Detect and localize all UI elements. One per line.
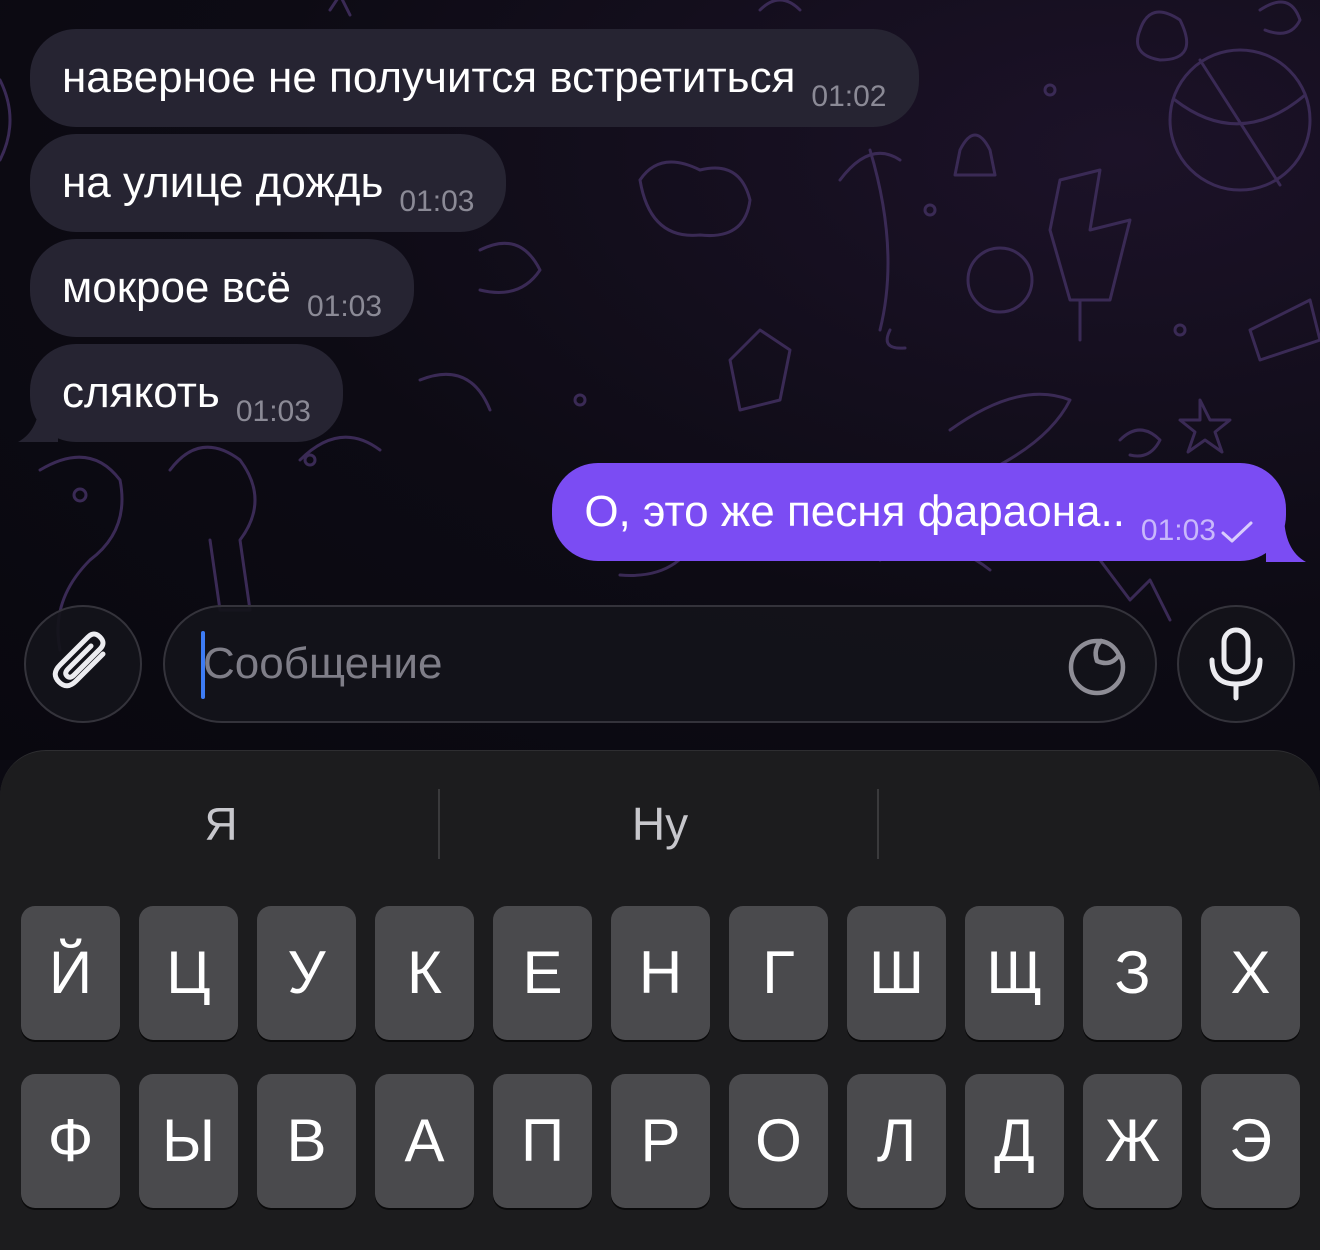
key[interactable]: К [375,906,474,1040]
key[interactable]: Щ [965,906,1064,1040]
suggestion-1[interactable]: Я [2,789,440,859]
message-time: 01:03 [399,185,475,218]
paperclip-icon [52,631,106,689]
microphone-icon [1209,627,1263,701]
key[interactable]: Ц [139,906,238,1040]
message-incoming[interactable]: слякоть 01:03 [30,344,343,442]
message-time: 01:02 [811,80,887,113]
key[interactable]: Э [1201,1074,1300,1208]
message-text: на улице дождь [62,158,384,207]
key[interactable]: З [1083,906,1182,1040]
suggestion-divider [877,789,879,859]
key[interactable]: Ы [139,1074,238,1208]
microphone-button[interactable] [1177,605,1295,723]
message-input-placeholder: Сообщение [203,639,443,688]
key[interactable]: Г [729,906,828,1040]
checkmark-icon [1221,521,1253,543]
key[interactable]: Ж [1083,1074,1182,1208]
sticker-icon[interactable] [1067,637,1127,697]
suggestion-divider [438,789,440,859]
key[interactable]: У [257,906,356,1040]
chat-background: наверное не получится встретиться 01:02 … [0,0,1320,760]
message-text: наверное не получится встретиться [62,53,796,102]
suggestion-3[interactable] [880,789,1318,859]
message-incoming[interactable]: наверное не получится встретиться 01:02 [30,29,919,127]
message-text: слякоть [62,368,220,417]
key[interactable]: П [493,1074,592,1208]
keyboard: Я Ну Й Ц У К Е Н Г Ш Щ З Х Ф Ы В А П Р О… [0,750,1320,1250]
key[interactable]: Ш [847,906,946,1040]
key[interactable]: О [729,1074,828,1208]
message-incoming[interactable]: мокрое всё 01:03 [30,239,415,337]
message-input[interactable]: Сообщение [163,605,1157,723]
key[interactable]: Л [847,1074,946,1208]
key[interactable]: В [257,1074,356,1208]
key[interactable]: Й [21,906,120,1040]
key[interactable]: Н [611,906,710,1040]
suggestion-2[interactable]: Ну [441,789,879,859]
bubble-tail-outgoing [1266,514,1306,562]
message-text: мокрое всё [62,263,291,312]
message-outgoing[interactable]: О, это же песня фараона.. 01:03 [552,463,1286,561]
key[interactable]: Е [493,906,592,1040]
key[interactable]: Х [1201,906,1300,1040]
message-time: 01:03 [1140,514,1216,547]
message-time: 01:03 [306,290,383,323]
message-incoming[interactable]: на улице дождь 01:03 [30,134,507,232]
bubble-tail-incoming [18,396,58,442]
key[interactable]: Д [965,1074,1064,1208]
key[interactable]: А [375,1074,474,1208]
attach-button[interactable] [24,605,142,723]
key[interactable]: Ф [21,1074,120,1208]
message-text: О, это же песня фараона.. [584,487,1125,536]
message-time: 01:03 [235,395,311,428]
key[interactable]: Р [611,1074,710,1208]
